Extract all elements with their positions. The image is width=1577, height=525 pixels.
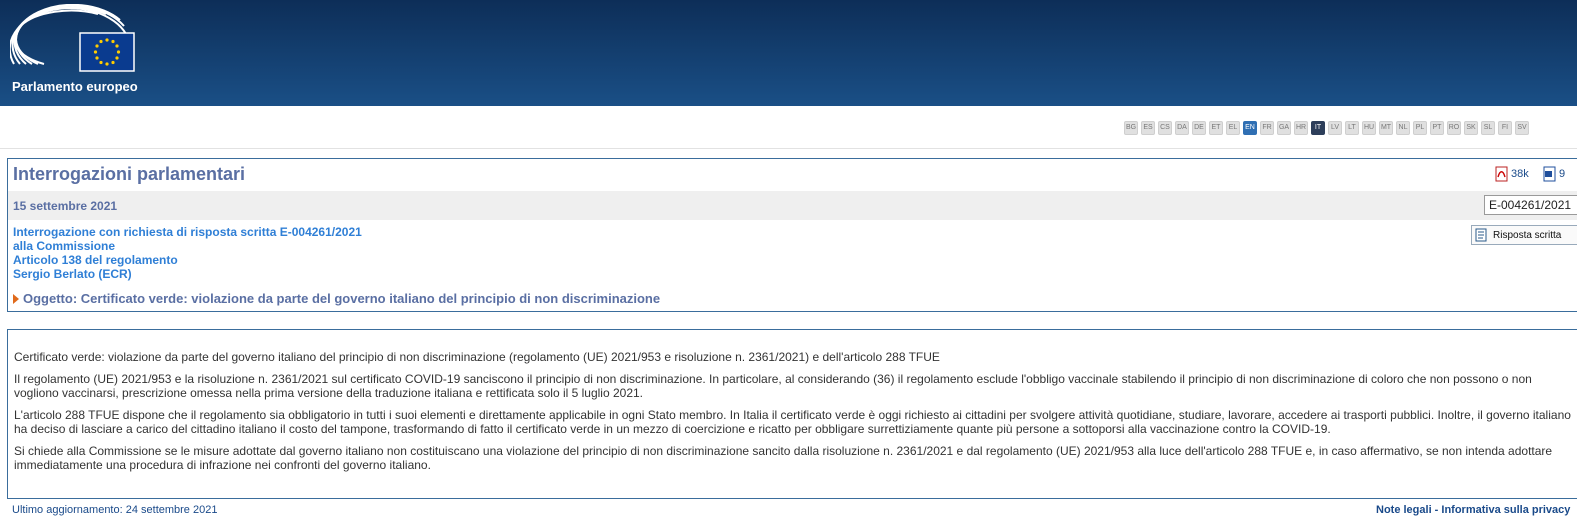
language-ga[interactable]: GA <box>1277 121 1291 135</box>
word-download-link[interactable]: 9 <box>1542 166 1565 182</box>
pdf-download-link[interactable]: 38k <box>1494 166 1529 182</box>
question-header-box: Interrogazioni parlamentari 38k 9 15 set… <box>7 158 1577 312</box>
title-row: Interrogazioni parlamentari 38k 9 <box>8 159 1577 190</box>
body-paragraph: Il regolamento (UE) 2021/953 e la risolu… <box>14 372 1532 400</box>
written-answer-label[interactable]: Risposta scritta <box>1493 230 1561 241</box>
parliament-logo-icon <box>8 3 135 72</box>
language-hu[interactable]: HU <box>1362 121 1376 135</box>
last-update: Ultimo aggiornamento: 24 settembre 2021 <box>12 504 218 516</box>
question-type: Interrogazione con richiesta di risposta… <box>13 225 362 239</box>
language-bar: BG ES CS DA DE ET EL EN FR GA HR IT LV LT HU MT NL PL PT RO… <box>0 106 1577 149</box>
language-hr[interactable]: HR <box>1294 121 1308 135</box>
date-row: 15 settembre 2021 E-004261/2021 <box>8 191 1577 220</box>
document-icon <box>1475 228 1487 242</box>
pdf-size[interactable]: 38k <box>1511 168 1529 180</box>
site-header: Parlamento europeo <box>0 0 1577 106</box>
question-body-box: Certificato verde: violazione da parte d… <box>7 329 1577 499</box>
written-answer-button[interactable]: Risposta scritta <box>1471 225 1577 245</box>
question-body: Certificato verde: violazione da parte d… <box>14 350 1574 480</box>
reference-box: E-004261/2021 <box>1484 195 1577 215</box>
language-fr[interactable]: FR <box>1260 121 1274 135</box>
page-title: Interrogazioni parlamentari <box>13 164 246 184</box>
subject-text: Oggetto: Certificato verde: violazione d… <box>23 291 661 306</box>
language-pl[interactable]: PL <box>1413 121 1427 135</box>
language-en[interactable]: EN <box>1243 121 1257 135</box>
language-it[interactable]: IT <box>1311 121 1325 135</box>
language-et[interactable]: ET <box>1209 121 1223 135</box>
arrow-right-icon <box>13 293 19 304</box>
question-date: 15 settembre 2021 <box>13 199 118 213</box>
language-nl[interactable]: NL <box>1396 121 1410 135</box>
language-pt[interactable]: PT <box>1430 121 1444 135</box>
body-paragraph: Certificato verde: violazione da parte d… <box>14 350 940 364</box>
language-cs[interactable]: CS <box>1158 121 1172 135</box>
language-fi[interactable]: FI <box>1498 121 1512 135</box>
question-subject: Oggetto: Certificato verde: violazione d… <box>13 291 660 306</box>
legal-links[interactable]: Note legali - Informativa sulla privacy <box>1376 504 1570 516</box>
language-list: BG ES CS DA DE ET EL EN FR GA HR IT LV LT HU MT NL PL PT RO… <box>1124 121 1529 135</box>
language-el[interactable]: EL <box>1226 121 1240 135</box>
question-addressee: alla Commissione <box>13 239 116 253</box>
language-bg[interactable]: BG <box>1124 121 1138 135</box>
ep-logo[interactable]: Parlamento europeo <box>8 3 140 96</box>
question-author[interactable]: Sergio Berlato (ECR) <box>13 267 362 281</box>
pdf-icon <box>1495 166 1508 182</box>
language-es[interactable]: ES <box>1141 121 1155 135</box>
language-lv[interactable]: LV <box>1328 121 1342 135</box>
body-paragraph: L'articolo 288 TFUE dispone che il regol… <box>14 408 1571 436</box>
language-da[interactable]: DA <box>1175 121 1189 135</box>
language-de[interactable]: DE <box>1192 121 1206 135</box>
language-sl[interactable]: SL <box>1481 121 1495 135</box>
body-paragraph: Si chiede alla Commissione se le misure … <box>14 444 1553 472</box>
question-rule: Articolo 138 del regolamento <box>13 253 178 267</box>
logo-text: Parlamento europeo <box>12 79 138 94</box>
language-mt[interactable]: MT <box>1379 121 1393 135</box>
language-lt[interactable]: LT <box>1345 121 1359 135</box>
word-size[interactable]: 9 <box>1559 168 1565 180</box>
word-icon <box>1543 166 1556 182</box>
language-ro[interactable]: RO <box>1447 121 1461 135</box>
language-sk[interactable]: SK <box>1464 121 1478 135</box>
language-sv[interactable]: SV <box>1515 121 1529 135</box>
question-meta: Interrogazione con richiesta di risposta… <box>13 225 362 281</box>
